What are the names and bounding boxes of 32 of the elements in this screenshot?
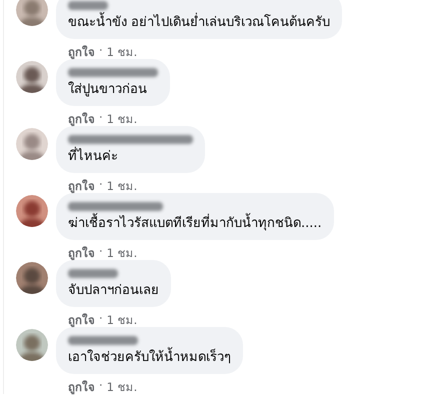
comment-time[interactable]: 1 ชม. <box>106 110 138 128</box>
separator-dot: · <box>99 311 103 327</box>
avatar-icon[interactable] <box>16 61 48 93</box>
like-link[interactable]: ถูกใจ <box>68 311 95 329</box>
blurred-name <box>68 269 118 278</box>
comment-text: ขณะน้ำขัง อย่าไปเดินย่ำเล่นบริเวณโคนต้นครับ <box>68 14 330 32</box>
comment-time[interactable]: 1 ชม. <box>106 177 138 195</box>
avatar-icon[interactable] <box>16 329 48 361</box>
comment-time[interactable]: 1 ชม. <box>106 378 138 396</box>
comment-text: เอาใจช่วยครับให้น้ำหมดเร็วๆ <box>68 349 231 367</box>
separator-dot: · <box>99 378 103 394</box>
avatar-icon[interactable] <box>16 262 48 294</box>
like-link[interactable]: ถูกใจ <box>68 43 95 61</box>
comment-text: ที่ไหนค่ะ <box>68 148 193 166</box>
separator-dot: · <box>99 110 103 126</box>
comment-time[interactable]: 1 ชม. <box>106 311 138 329</box>
separator-dot: · <box>99 43 103 59</box>
comment-text: ใส่ปูนขาวก่อน <box>68 81 148 99</box>
like-link[interactable]: ถูกใจ <box>68 244 95 262</box>
blurred-name <box>68 1 108 10</box>
avatar-icon[interactable] <box>16 195 48 227</box>
like-link[interactable]: ถูกใจ <box>68 177 95 195</box>
avatar-icon[interactable] <box>16 0 48 26</box>
separator-dot: · <box>99 177 103 193</box>
like-link[interactable]: ถูกใจ <box>68 378 95 396</box>
comment-text: ฆ่าเชื้อราไวรัสแบตทีเรียที่มากับน้ำทุกชนิด..... <box>68 215 322 233</box>
separator-dot: · <box>99 244 103 260</box>
comment-time[interactable]: 1 ชม. <box>106 244 138 262</box>
comment-time[interactable]: 1 ชม. <box>106 43 138 61</box>
blurred-name <box>68 336 138 345</box>
comment-text: จับปลาฯก่อนเลย <box>68 282 159 300</box>
like-link[interactable]: ถูกใจ <box>68 110 95 128</box>
